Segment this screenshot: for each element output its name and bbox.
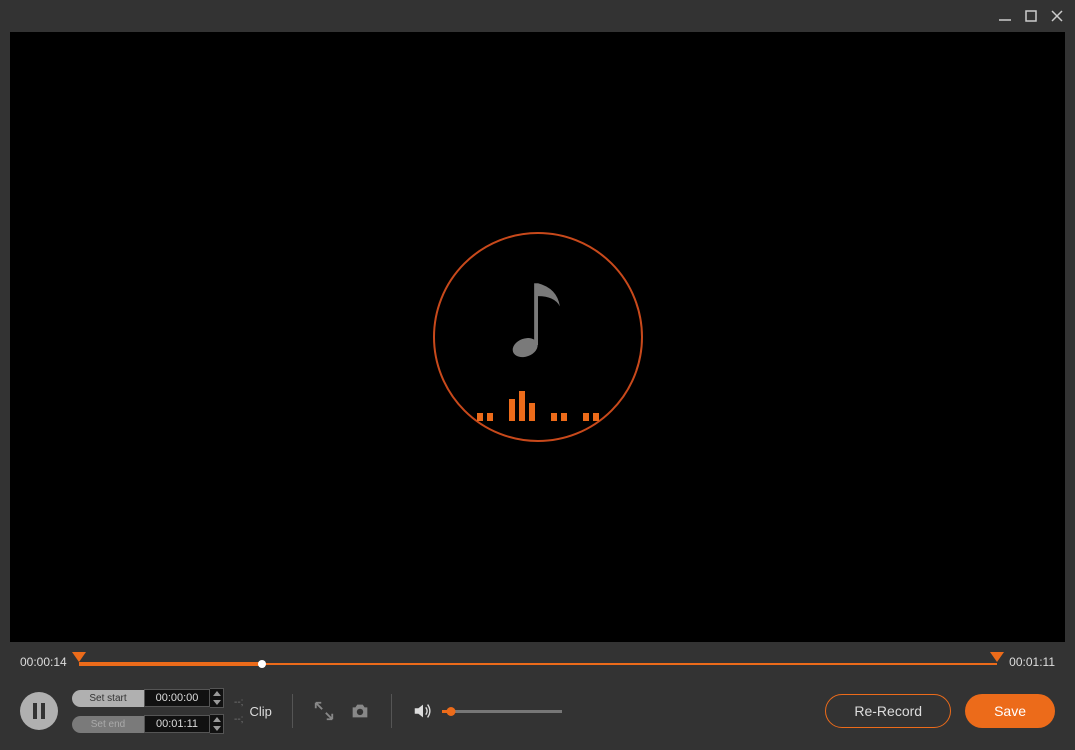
close-icon[interactable] (1049, 8, 1065, 24)
end-marker[interactable] (990, 652, 1004, 662)
titlebar (0, 0, 1075, 32)
fullscreen-icon[interactable] (313, 700, 335, 722)
scissors-icon: --; --; (230, 697, 243, 725)
pause-icon (33, 703, 45, 719)
end-time-spinner[interactable] (210, 714, 224, 734)
volume-icon[interactable] (412, 700, 434, 722)
clip-block: Set start 00:00:00 Set end 00:01:11 --; … (72, 688, 272, 734)
pause-button[interactable] (20, 692, 58, 730)
clip-label: Clip (249, 704, 271, 719)
equalizer-icon (477, 389, 599, 421)
playhead[interactable] (258, 660, 266, 668)
divider (391, 694, 392, 728)
audio-placeholder (433, 232, 643, 442)
start-time-spinner[interactable] (210, 688, 224, 708)
start-time-input[interactable]: 00:00:00 (144, 689, 210, 707)
set-start-button[interactable]: Set start (72, 690, 144, 707)
end-time-input[interactable]: 00:01:11 (144, 715, 210, 733)
rerecord-button[interactable]: Re-Record (825, 694, 951, 728)
save-button[interactable]: Save (965, 694, 1055, 728)
controls: Set start 00:00:00 Set end 00:01:11 --; … (0, 678, 1075, 750)
timeline-track[interactable] (79, 652, 997, 672)
volume-control (412, 700, 562, 722)
start-marker[interactable] (72, 652, 86, 662)
current-time: 00:00:14 (20, 655, 67, 669)
camera-icon[interactable] (349, 700, 371, 722)
music-note-icon (503, 273, 573, 379)
volume-slider[interactable] (442, 710, 562, 713)
divider (292, 694, 293, 728)
total-time: 00:01:11 (1009, 655, 1055, 669)
video-preview (10, 32, 1065, 642)
minimize-icon[interactable] (997, 8, 1013, 24)
timeline: 00:00:14 00:01:11 (0, 642, 1075, 678)
maximize-icon[interactable] (1023, 8, 1039, 24)
set-end-button[interactable]: Set end (72, 716, 144, 733)
